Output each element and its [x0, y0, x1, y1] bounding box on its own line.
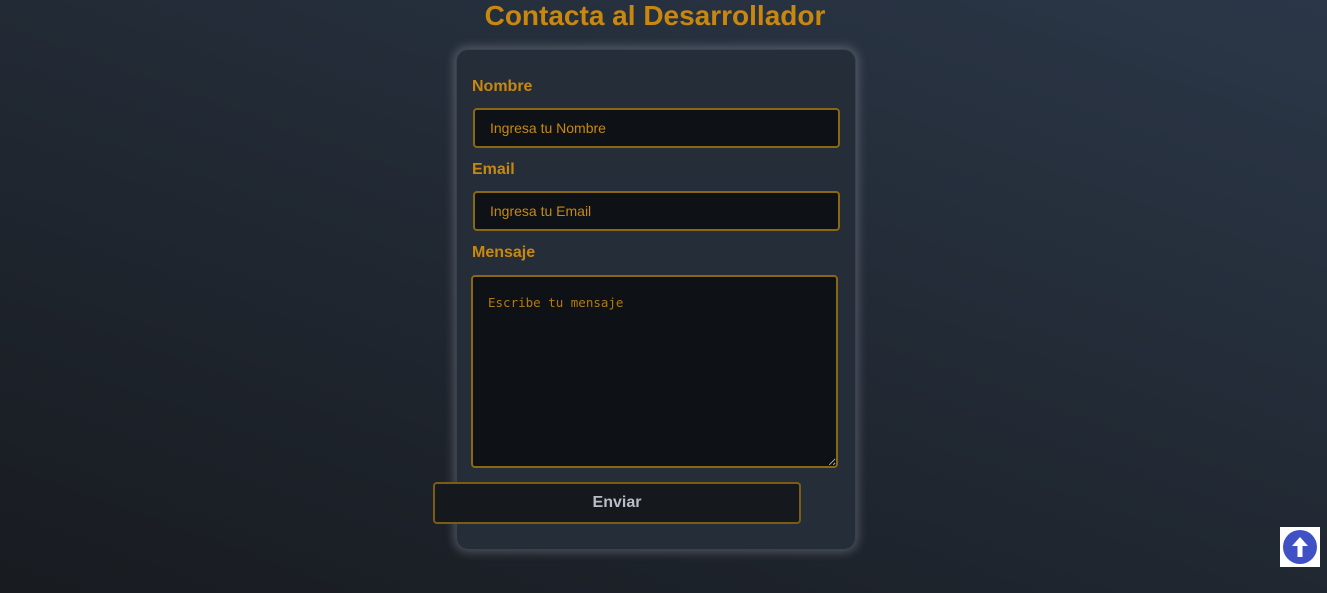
- email-label: Email: [472, 161, 515, 178]
- email-input[interactable]: [473, 191, 840, 231]
- scroll-to-top-button[interactable]: [1280, 527, 1320, 567]
- message-label: Mensaje: [472, 244, 536, 261]
- submit-button[interactable]: Enviar: [433, 482, 801, 524]
- contact-form-card: Nombre Email Mensaje: [456, 49, 856, 550]
- page-title: Contacta al Desarrollador: [484, 0, 826, 31]
- arrow-up-icon: [1283, 530, 1317, 564]
- message-textarea[interactable]: [471, 275, 838, 468]
- name-input[interactable]: [473, 108, 840, 148]
- name-label: Nombre: [472, 78, 533, 95]
